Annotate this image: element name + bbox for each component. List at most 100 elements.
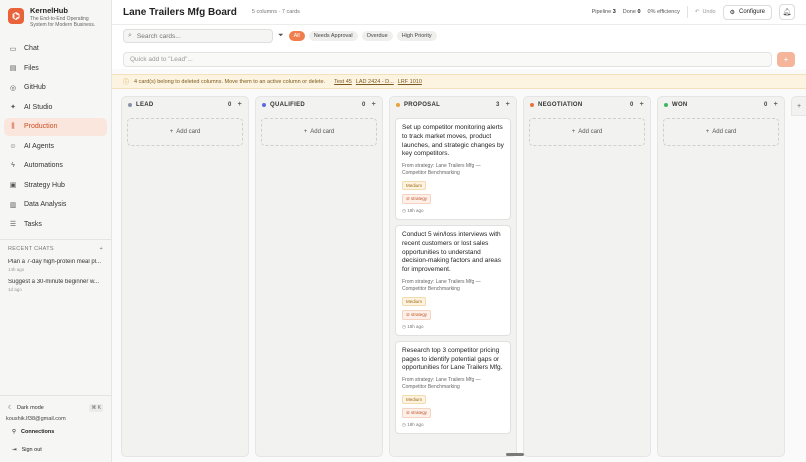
column-add-icon[interactable]: +	[238, 101, 242, 108]
recent-chat-time: 1d ago	[8, 287, 22, 292]
new-chat-plus-icon[interactable]: +	[99, 246, 103, 252]
column-color-dot	[262, 102, 266, 107]
sidebar-item-strategy-hub[interactable]: ▣ Strategy Hub	[4, 176, 107, 194]
column-color-dot	[530, 102, 534, 107]
warning-card-link[interactable]: Test 45	[334, 79, 352, 85]
search-input[interactable]	[136, 32, 257, 40]
github-icon: ◎	[9, 84, 17, 92]
sidebar-item-automations[interactable]: ϟ Automations	[4, 157, 107, 175]
filter-chip-all[interactable]: All	[288, 31, 305, 41]
card-list: + Add card	[122, 115, 248, 456]
sidebar-item-chat[interactable]: ▭ Chat	[4, 40, 107, 58]
plus-icon: +	[571, 129, 576, 135]
add-card-button[interactable]: + Add card	[261, 118, 377, 146]
filter-chip-needs-approval[interactable]: Needs Approval	[308, 31, 358, 41]
add-card-label: Add card	[712, 129, 737, 135]
card-title: Set up competitor monitoring alerts to t…	[402, 124, 504, 158]
kanban-board: LEAD 0 + + Add card QUALIFIED 0 + + Add card PROPO…	[112, 93, 806, 462]
moon-icon: ☾	[8, 404, 13, 411]
horizontal-scrollbar[interactable]	[506, 453, 524, 456]
column-header: NEGOTIATION 0 +	[524, 97, 650, 112]
add-card-button[interactable]: + Add card	[127, 118, 243, 146]
sidebar-nav: ▭ Chat ▤ Files ◎ GitHub ✦ AI Studio ⫼ Production ☺…	[0, 40, 111, 234]
card-timestamp: ◷ 18h ago	[402, 208, 504, 214]
shortcut-badge: ⌘ K	[89, 403, 103, 412]
warning-card-link[interactable]: LAD 2424 - D...	[356, 79, 394, 85]
sidebar-item-ai-agents[interactable]: ☺ AI Agents	[4, 137, 107, 155]
header-actions: Pipeline 3 Done 0 0% efficiency ↶ Undo ⚙…	[592, 4, 795, 20]
plus-icon: +	[169, 129, 174, 135]
configure-button[interactable]: ⚙ Configure	[722, 4, 772, 20]
column-add-icon[interactable]: +	[372, 101, 376, 108]
sidebar-item-ai-studio[interactable]: ✦ AI Studio	[4, 98, 107, 116]
add-column-button[interactable]: +	[791, 96, 806, 116]
search-box[interactable]: ⌕	[123, 29, 273, 43]
sidebar-item-label: Chat	[24, 45, 39, 52]
bell-icon[interactable]: 🔔︎	[779, 4, 795, 20]
filter-chip-overdue[interactable]: Overdue	[361, 31, 393, 41]
column-name: PROPOSAL	[404, 101, 441, 108]
column-name: QUALIFIED	[270, 101, 306, 108]
undo-label: Undo	[702, 9, 716, 15]
priority-badge: Medium	[402, 296, 427, 306]
connections-label: Connections	[21, 429, 55, 435]
card-time-label: 18h ago	[407, 422, 424, 428]
sidebar-item-label: Automations	[24, 162, 63, 169]
tag-badge: ⊘ strategy	[402, 309, 432, 320]
filter-chip-high-priority[interactable]: High Priority	[396, 31, 437, 41]
sidebar-item-data-analysis[interactable]: ▥ Data Analysis	[4, 196, 107, 214]
alert-circle-icon: ⓘ	[123, 80, 130, 86]
sidebar-item-label: AI Studio	[24, 103, 53, 111]
card-time-label: 18h ago	[407, 208, 424, 214]
recent-chat-time: 14h ago	[8, 267, 25, 272]
deleted-columns-warning: ⓘ 4 card(s) belong to deleted columns. M…	[112, 74, 806, 89]
column-add-icon[interactable]: +	[640, 101, 644, 108]
column-add-icon[interactable]: +	[506, 101, 510, 108]
kanban-card[interactable]: Set up competitor monitoring alerts to t…	[395, 118, 511, 221]
column-add-icon[interactable]: +	[774, 101, 778, 108]
quick-add-bar: Quick add to "Lead"... +	[112, 47, 806, 69]
signout-label: Sign out	[21, 447, 42, 453]
card-timestamp: ◷ 18h ago	[402, 422, 504, 428]
quick-add-input[interactable]: Quick add to "Lead"...	[123, 52, 772, 67]
warning-card-link[interactable]: LRF 1010	[398, 79, 422, 85]
recent-chats-header: RECENT CHATS +	[0, 246, 111, 252]
brand-tagline: The End-to-End Operating System for Mode…	[30, 16, 96, 29]
sidebar-item-production[interactable]: ⫼ Production	[4, 117, 107, 136]
board-header: Lane Trailers Mfg Board 5 columns · 7 ca…	[112, 0, 806, 25]
recent-chat-title: Plan a 7-day high-protein meal pl...	[8, 259, 102, 265]
undo-button[interactable]: ↶ Undo	[695, 9, 716, 15]
tag-label: strategy	[411, 196, 428, 202]
kanban-card[interactable]: Research top 3 competitor pricing pages …	[395, 340, 511, 435]
dark-mode-toggle[interactable]: ☾ Dark mode ⌘ K	[0, 402, 111, 413]
card-list: + Add card	[524, 115, 650, 456]
sidebar-item-github[interactable]: ◎ GitHub	[4, 79, 107, 97]
sidebar-item-label: Data Analysis	[24, 201, 67, 208]
column-count: 3	[495, 101, 500, 108]
efficiency-stat: 0% efficiency	[647, 9, 680, 15]
brand[interactable]: ⌬ KernelHub The End-to-End Operating Sys…	[0, 0, 111, 35]
connections-button[interactable]: ⚲ Connections	[0, 425, 111, 439]
filter-icon[interactable]: ⏷	[278, 32, 284, 40]
sidebar-item-tasks[interactable]: ☰ Tasks	[4, 215, 107, 233]
quick-add-button[interactable]: +	[777, 52, 795, 67]
add-card-button[interactable]: + Add card	[663, 118, 779, 146]
card-time-label: 18h ago	[407, 323, 424, 329]
add-card-label: Add card	[176, 129, 201, 135]
list-icon: ☰	[9, 221, 17, 228]
card-title: Conduct 5 win/loss interviews with recen…	[402, 231, 501, 274]
sidebar-item-label: Files	[24, 64, 39, 72]
recent-chat-item[interactable]: Suggest a 30-minute beginner w... 1d ago	[0, 279, 111, 292]
add-card-button[interactable]: + Add card	[529, 118, 645, 146]
pipeline-stat: Pipeline 3	[592, 9, 616, 15]
kanban-card[interactable]: Conduct 5 win/loss interviews with recen…	[395, 225, 511, 336]
signout-button[interactable]: ⇥ Sign out	[0, 443, 111, 457]
plug-icon: ⚲	[12, 429, 17, 435]
card-list: Set up competitor monitoring alerts to t…	[390, 115, 516, 456]
recent-chats-list: Plan a 7-day high-protein meal pl... 14h …	[0, 259, 111, 292]
folder-icon: ▤	[9, 65, 17, 72]
recent-chat-item[interactable]: Plan a 7-day high-protein meal pl... 14h …	[0, 259, 111, 272]
pipeline-label: Pipeline	[591, 9, 612, 15]
sidebar-item-files[interactable]: ▤ Files	[4, 59, 107, 77]
logo-icon: ⌬	[8, 8, 24, 24]
